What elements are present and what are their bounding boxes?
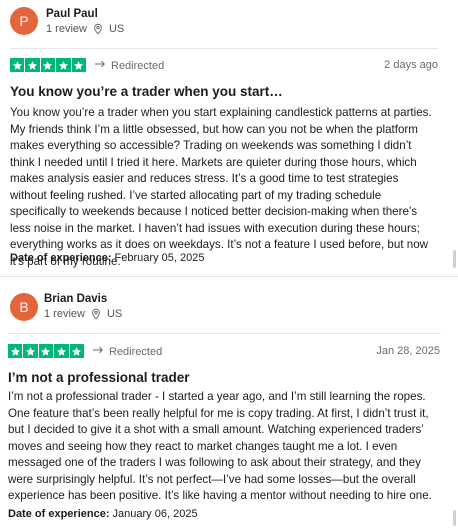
redirected-label: Redirected bbox=[111, 59, 165, 72]
redirect-arrow-icon bbox=[92, 345, 105, 358]
avatar[interactable]: P bbox=[10, 7, 38, 35]
star-icon bbox=[25, 58, 40, 73]
date-of-experience: Date of experience: January 06, 2025 bbox=[8, 508, 198, 520]
experience-date: January 06, 2025 bbox=[112, 508, 198, 520]
redirected-label: Redirected bbox=[109, 345, 163, 358]
review-date: 2 days ago bbox=[384, 59, 438, 71]
reviewer-name[interactable]: Paul Paul bbox=[46, 8, 98, 20]
reviewer-meta: 1 review US bbox=[46, 23, 124, 35]
reviewer-country: US bbox=[106, 308, 123, 320]
redirect-arrow-icon bbox=[94, 59, 107, 72]
location-pin-icon bbox=[92, 23, 104, 35]
redirected-indicator[interactable]: Redirected bbox=[94, 59, 164, 72]
review-count: 1 review bbox=[46, 23, 87, 35]
reviewer-country: US bbox=[108, 23, 125, 35]
review-title[interactable]: You know you’re a trader when you start… bbox=[10, 84, 283, 99]
experience-label: Date of experience: bbox=[8, 508, 110, 520]
date-of-experience: Date of experience: February 05, 2025 bbox=[10, 252, 204, 264]
review-card: B Brian Davis 1 review US Redirected Jan… bbox=[0, 283, 458, 529]
star-rating bbox=[8, 344, 84, 359]
review-card: P Paul Paul 1 review US Redirected 2 day… bbox=[0, 0, 458, 276]
review-title[interactable]: I’m not a professional trader bbox=[8, 370, 190, 385]
star-icon bbox=[8, 344, 23, 359]
experience-date: February 05, 2025 bbox=[114, 252, 205, 264]
reviewer-name[interactable]: Brian Davis bbox=[44, 293, 107, 305]
star-icon bbox=[71, 58, 86, 73]
review-body: You know you’re a trader when you start … bbox=[10, 106, 432, 268]
star-icon bbox=[56, 58, 71, 73]
location-pin-icon bbox=[90, 308, 102, 320]
scrollbar-thumb[interactable] bbox=[453, 250, 456, 268]
star-icon bbox=[40, 58, 56, 73]
star-icon bbox=[54, 344, 69, 359]
experience-label: Date of experience: bbox=[10, 252, 112, 264]
star-icon bbox=[38, 344, 54, 359]
scrollbar-thumb[interactable] bbox=[453, 510, 456, 526]
header-divider bbox=[8, 333, 441, 334]
star-icon bbox=[23, 344, 38, 359]
star-icon bbox=[69, 344, 84, 359]
star-rating bbox=[10, 58, 86, 73]
reviewer-meta: 1 review US bbox=[44, 308, 122, 320]
review-date: Jan 28, 2025 bbox=[376, 345, 440, 357]
review-separator bbox=[0, 276, 458, 277]
review-body: I’m not a professional trader - I starte… bbox=[8, 390, 432, 502]
avatar[interactable]: B bbox=[10, 293, 38, 321]
redirected-indicator[interactable]: Redirected bbox=[92, 345, 162, 358]
review-count: 1 review bbox=[44, 308, 85, 320]
header-divider bbox=[10, 48, 438, 49]
star-icon bbox=[10, 58, 25, 73]
